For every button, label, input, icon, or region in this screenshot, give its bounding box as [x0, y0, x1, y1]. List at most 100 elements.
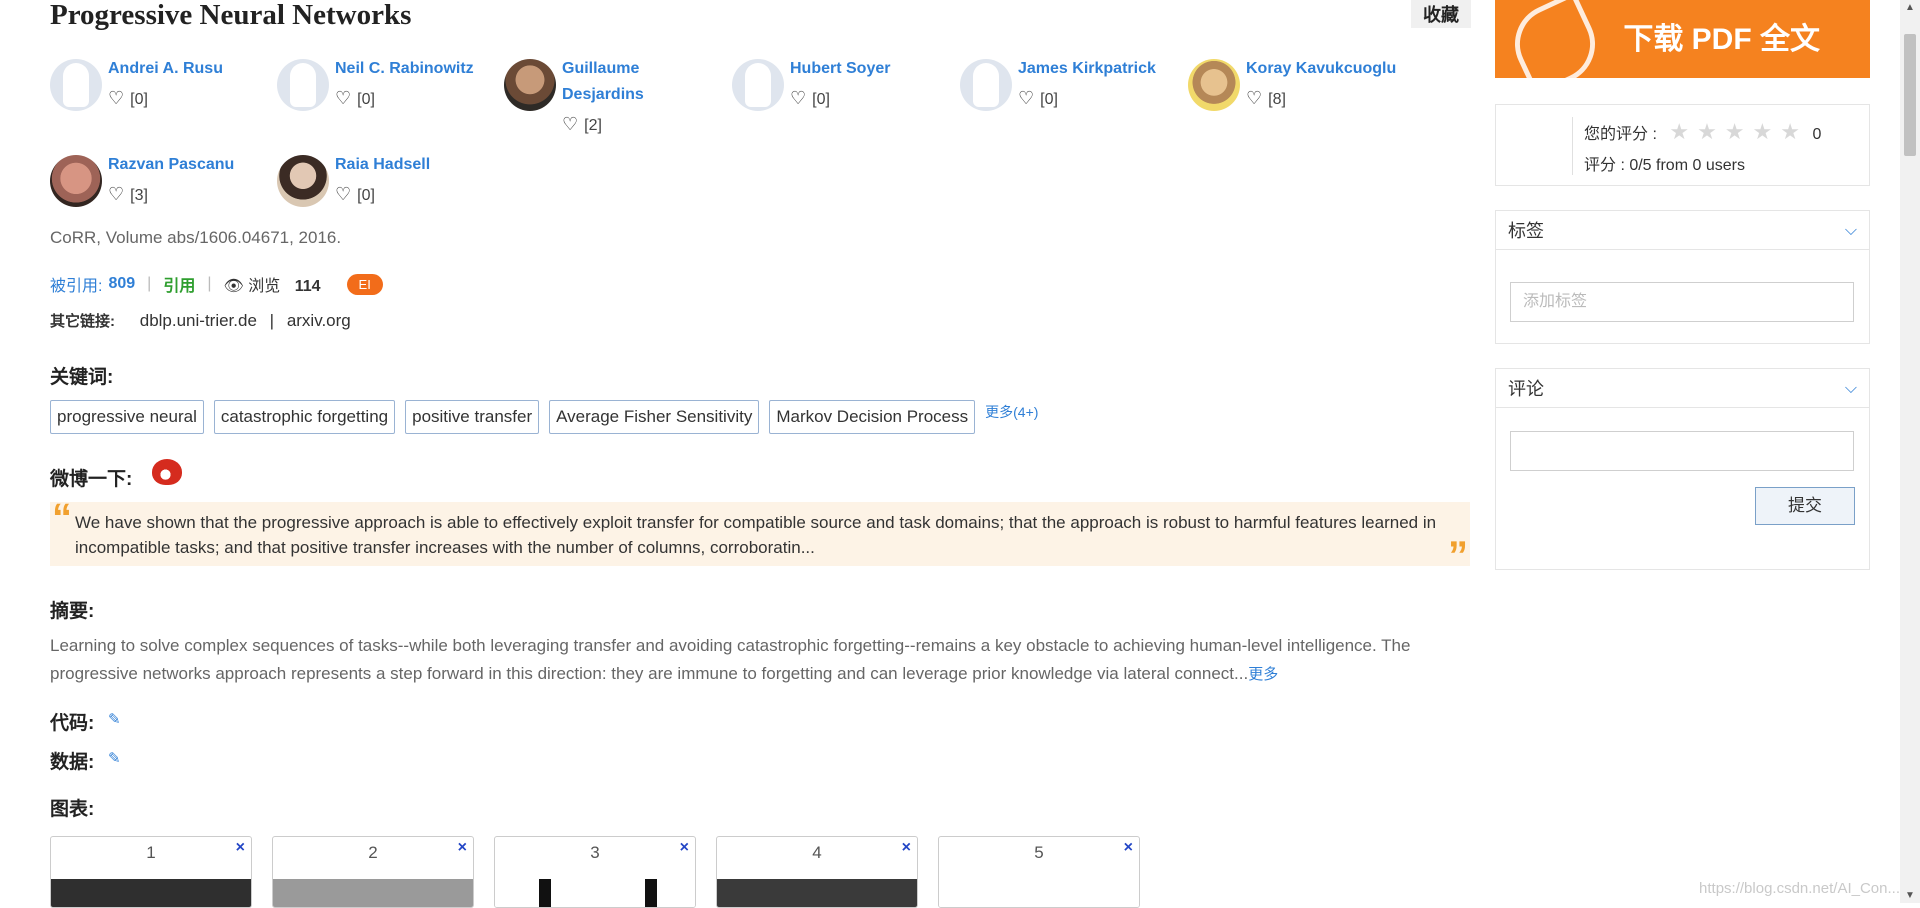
avatar[interactable]: [1188, 59, 1240, 111]
abstract-body: Learning to solve complex sequences of t…: [50, 636, 1411, 683]
cited-by-label[interactable]: 被引用:: [50, 272, 102, 296]
figure-number: 5: [1034, 843, 1044, 862]
heart-icon[interactable]: ♡: [790, 88, 806, 108]
author-card: Koray Kavukcuoglu ♡ [8]: [1188, 56, 1408, 136]
avatar[interactable]: [960, 59, 1012, 111]
close-icon[interactable]: ×: [458, 839, 467, 857]
link-arxiv[interactable]: arxiv.org: [287, 311, 351, 330]
figure-thumbnail[interactable]: 5 ×: [938, 836, 1140, 908]
add-tag-input[interactable]: 添加标签: [1510, 282, 1854, 322]
figure-number: 2: [368, 843, 378, 862]
chevron-down-icon[interactable]: ⌵: [1845, 211, 1857, 251]
keyword-tag[interactable]: Average Fisher Sensitivity: [549, 400, 760, 434]
author-name[interactable]: Neil C. Rabinowitz: [335, 56, 495, 82]
download-pdf-label: 下载 PDF 全文: [1623, 23, 1820, 56]
author-likes[interactable]: ♡ [3]: [108, 184, 148, 206]
author-likes[interactable]: ♡ [0]: [1018, 88, 1058, 110]
comments-title: 评论: [1508, 379, 1544, 399]
other-links: 其它链接: dblp.uni-trier.de | arxiv.org: [50, 310, 351, 331]
paper-title: Progressive Neural Networks: [50, 0, 412, 31]
edit-icon[interactable]: ✎: [108, 749, 121, 767]
scrollbar[interactable]: ▲ ▼: [1900, 0, 1920, 903]
figure-thumbnail[interactable]: 1 ×: [50, 836, 252, 908]
ei-badge[interactable]: EI: [346, 273, 383, 295]
your-rating-value: 0: [1812, 126, 1822, 143]
weibo-icon[interactable]: [152, 459, 182, 485]
avatar[interactable]: [732, 59, 784, 111]
author-name[interactable]: Razvan Pascanu: [108, 152, 268, 178]
link-separator: |: [269, 311, 275, 330]
author-name[interactable]: Guillaume Desjardins: [562, 56, 722, 108]
heart-icon[interactable]: ♡: [108, 88, 124, 108]
more-keywords-link[interactable]: 更多(4+): [985, 402, 1038, 422]
tags-header[interactable]: 标签 ⌵: [1496, 211, 1869, 250]
close-icon[interactable]: ×: [902, 839, 911, 857]
author-card: Guillaume Desjardins ♡ [2]: [504, 56, 724, 136]
author-name[interactable]: Hubert Soyer: [790, 56, 950, 82]
rating-summary: 评分 : 0/5 from 0 users: [1584, 157, 1745, 174]
figure-thumbnail[interactable]: 3 ×: [494, 836, 696, 908]
author-likes[interactable]: ♡ [0]: [790, 88, 830, 110]
heart-icon[interactable]: ♡: [562, 114, 578, 134]
author-name[interactable]: Koray Kavukcuoglu: [1246, 56, 1406, 82]
abstract-more-link[interactable]: 更多: [1248, 666, 1278, 683]
avatar[interactable]: [277, 59, 329, 111]
heart-icon[interactable]: ♡: [335, 88, 351, 108]
eye-icon: 👁: [223, 278, 244, 295]
close-icon[interactable]: ×: [1124, 839, 1133, 857]
abstract-text: Learning to solve complex sequences of t…: [50, 632, 1470, 689]
keyword-tag[interactable]: Markov Decision Process: [769, 400, 976, 434]
comments-panel: 评论 ⌵ 提交: [1495, 368, 1870, 570]
author-likes[interactable]: ♡ [2]: [562, 114, 602, 136]
venue-text: CoRR, Volume abs/1606.04671, 2016.: [50, 228, 342, 247]
link-dblp[interactable]: dblp.uni-trier.de: [140, 311, 257, 330]
figure-thumbnail[interactable]: 4 ×: [716, 836, 918, 908]
avatar[interactable]: [50, 155, 102, 207]
star-rating[interactable]: ★★★★★: [1669, 119, 1808, 144]
edit-icon[interactable]: ✎: [108, 710, 121, 728]
scroll-down-icon[interactable]: ▼: [1905, 890, 1915, 901]
keywords-label: 关键词:: [50, 367, 114, 388]
separator: |: [207, 275, 212, 292]
author-name[interactable]: Raia Hadsell: [335, 152, 495, 178]
chevron-down-icon[interactable]: ⌵: [1845, 369, 1857, 409]
heart-icon[interactable]: ♡: [335, 184, 351, 204]
keyword-tag[interactable]: positive transfer: [405, 400, 540, 434]
cited-by-count[interactable]: 809: [108, 275, 135, 293]
download-pdf-button[interactable]: 下载 PDF 全文: [1495, 0, 1870, 98]
keyword-tag[interactable]: catastrophic forgetting: [213, 400, 396, 434]
submit-button[interactable]: 提交: [1755, 487, 1855, 525]
author-name[interactable]: James Kirkpatrick: [1018, 56, 1178, 82]
figure-thumbnail[interactable]: 2 ×: [272, 836, 474, 908]
close-icon[interactable]: ×: [236, 839, 245, 857]
author-likes[interactable]: ♡ [0]: [335, 88, 375, 110]
cite-link[interactable]: 引用: [163, 272, 195, 296]
author-card: Andrei A. Rusu ♡ [0]: [50, 56, 270, 136]
author-name[interactable]: Andrei A. Rusu: [108, 56, 268, 82]
author-likes[interactable]: ♡ [0]: [335, 184, 375, 206]
your-rating: 您的评分 : ★★★★★ 0: [1584, 119, 1821, 145]
tags-panel: 标签 ⌵ 添加标签: [1495, 210, 1870, 344]
scrollbar-thumb[interactable]: [1904, 34, 1916, 156]
avatar[interactable]: [277, 155, 329, 207]
author-likes[interactable]: ♡ [0]: [108, 88, 148, 110]
highlight-quote: “ We have shown that the progressive app…: [50, 496, 1470, 578]
comment-input[interactable]: [1510, 431, 1854, 471]
author-card: Raia Hadsell ♡ [0]: [277, 152, 497, 232]
keyword-tag[interactable]: progressive neural: [50, 400, 204, 434]
heart-icon[interactable]: ♡: [108, 184, 124, 204]
close-quote-icon: ”: [1448, 534, 1468, 578]
heart-icon[interactable]: ♡: [1246, 88, 1262, 108]
heart-icon[interactable]: ♡: [1018, 88, 1034, 108]
comments-header[interactable]: 评论 ⌵: [1496, 369, 1869, 408]
author-card: Neil C. Rabinowitz ♡ [0]: [277, 56, 497, 136]
figure-number: 3: [590, 843, 600, 862]
avatar[interactable]: [50, 59, 102, 111]
keyword-list: progressive neural catastrophic forgetti…: [50, 400, 1038, 434]
favorite-button[interactable]: 收藏: [1411, 0, 1471, 28]
close-icon[interactable]: ×: [680, 839, 689, 857]
scroll-up-icon[interactable]: ▲: [1905, 2, 1915, 13]
views-label: 浏览: [248, 278, 281, 295]
author-likes[interactable]: ♡ [8]: [1246, 88, 1286, 110]
avatar[interactable]: [504, 59, 556, 111]
